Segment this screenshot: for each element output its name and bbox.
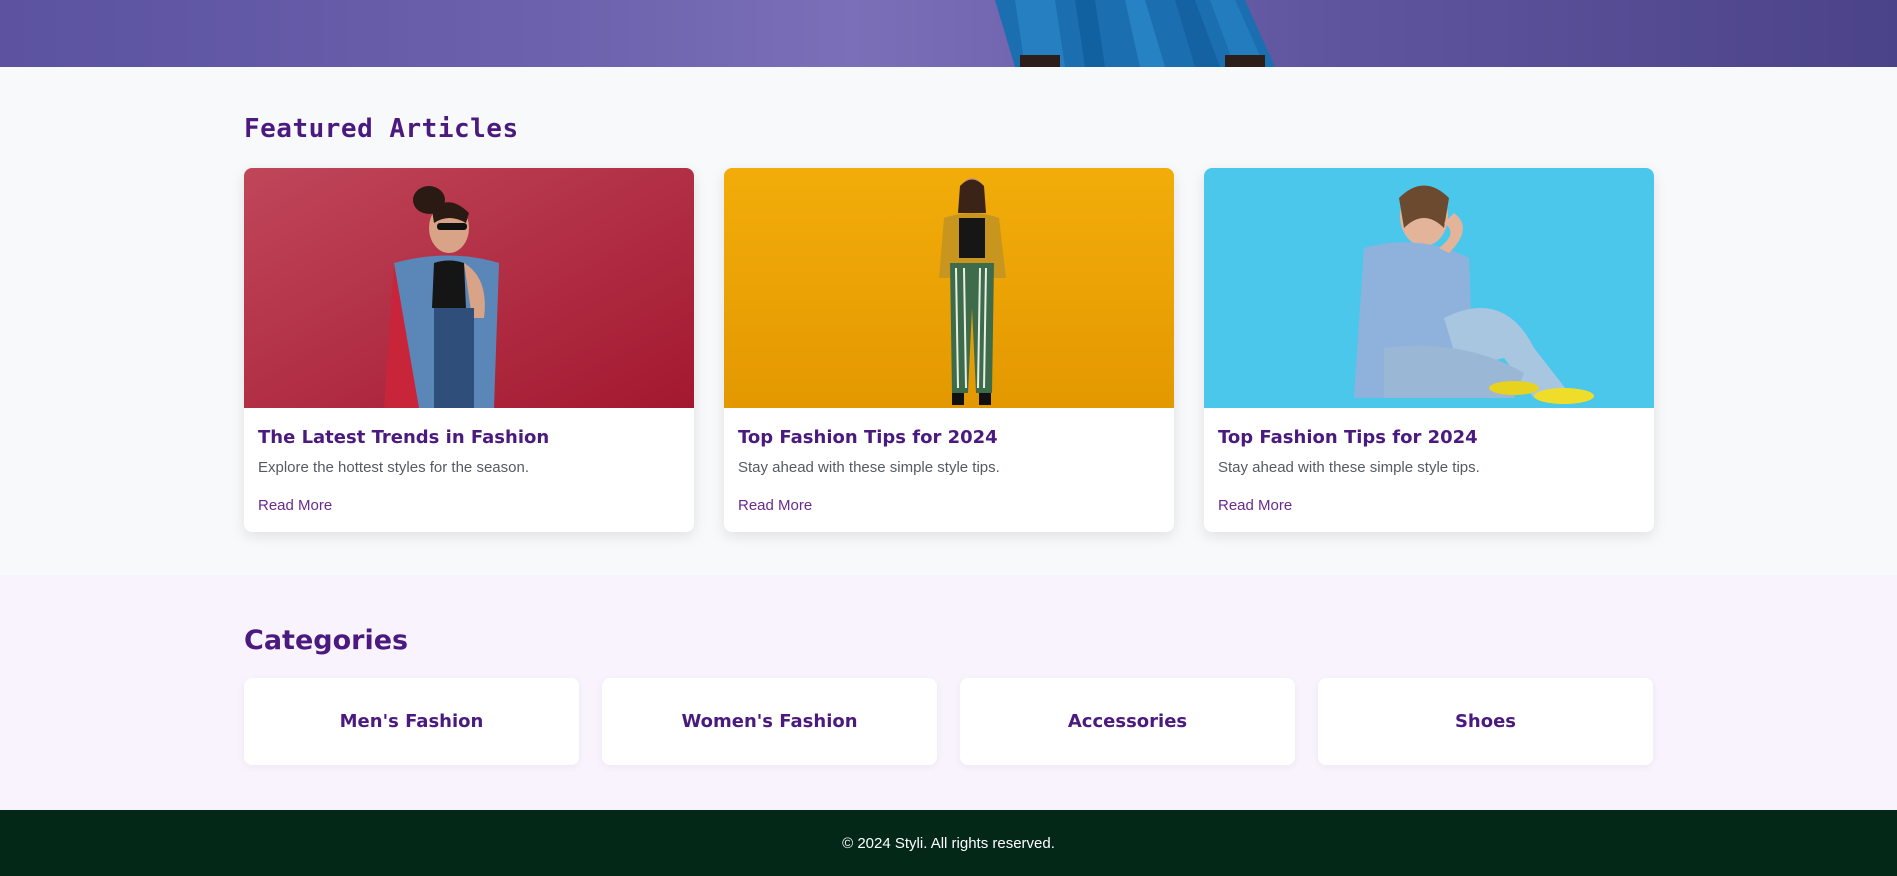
copyright-text: © 2024 Styli. All rights reserved. xyxy=(842,834,1055,852)
article-title: The Latest Trends in Fashion xyxy=(258,427,550,448)
category-card-accessories[interactable]: Accessories xyxy=(960,678,1295,765)
read-more-link[interactable]: Read More xyxy=(1218,497,1292,514)
article-card[interactable]: Top Fashion Tips for 2024 Stay ahead wit… xyxy=(1204,168,1654,532)
hero-fashion-photo xyxy=(995,0,1275,67)
categories-section: Categories Men's Fashion Women's Fashion… xyxy=(0,575,1897,810)
article-description: Explore the hottest styles for the seaso… xyxy=(258,459,529,476)
article-card[interactable]: Top Fashion Tips for 2024 Stay ahead wit… xyxy=(724,168,1174,532)
article-description: Stay ahead with these simple style tips. xyxy=(1218,459,1480,476)
hero-banner xyxy=(0,0,1897,67)
article-title: Top Fashion Tips for 2024 xyxy=(1218,427,1478,448)
featured-articles-heading: Featured Articles xyxy=(244,114,519,144)
article-title: Top Fashion Tips for 2024 xyxy=(738,427,998,448)
read-more-link[interactable]: Read More xyxy=(738,497,812,514)
category-card-shoes[interactable]: Shoes xyxy=(1318,678,1653,765)
article-image xyxy=(1204,168,1654,408)
category-label: Accessories xyxy=(1067,711,1188,732)
category-label: Men's Fashion xyxy=(339,711,484,732)
site-footer: © 2024 Styli. All rights reserved. xyxy=(0,810,1897,876)
article-card[interactable]: The Latest Trends in Fashion Explore the… xyxy=(244,168,694,532)
featured-articles-section: Featured Articles The Latest Trends in F… xyxy=(0,67,1897,575)
category-label: Women's Fashion xyxy=(681,711,858,732)
category-label: Shoes xyxy=(1454,711,1517,732)
categories-heading: Categories xyxy=(244,625,409,656)
article-image xyxy=(244,168,694,408)
category-card-mens-fashion[interactable]: Men's Fashion xyxy=(244,678,579,765)
category-card-womens-fashion[interactable]: Women's Fashion xyxy=(602,678,937,765)
article-image xyxy=(724,168,1174,408)
article-description: Stay ahead with these simple style tips. xyxy=(738,459,1000,476)
read-more-link[interactable]: Read More xyxy=(258,497,332,514)
